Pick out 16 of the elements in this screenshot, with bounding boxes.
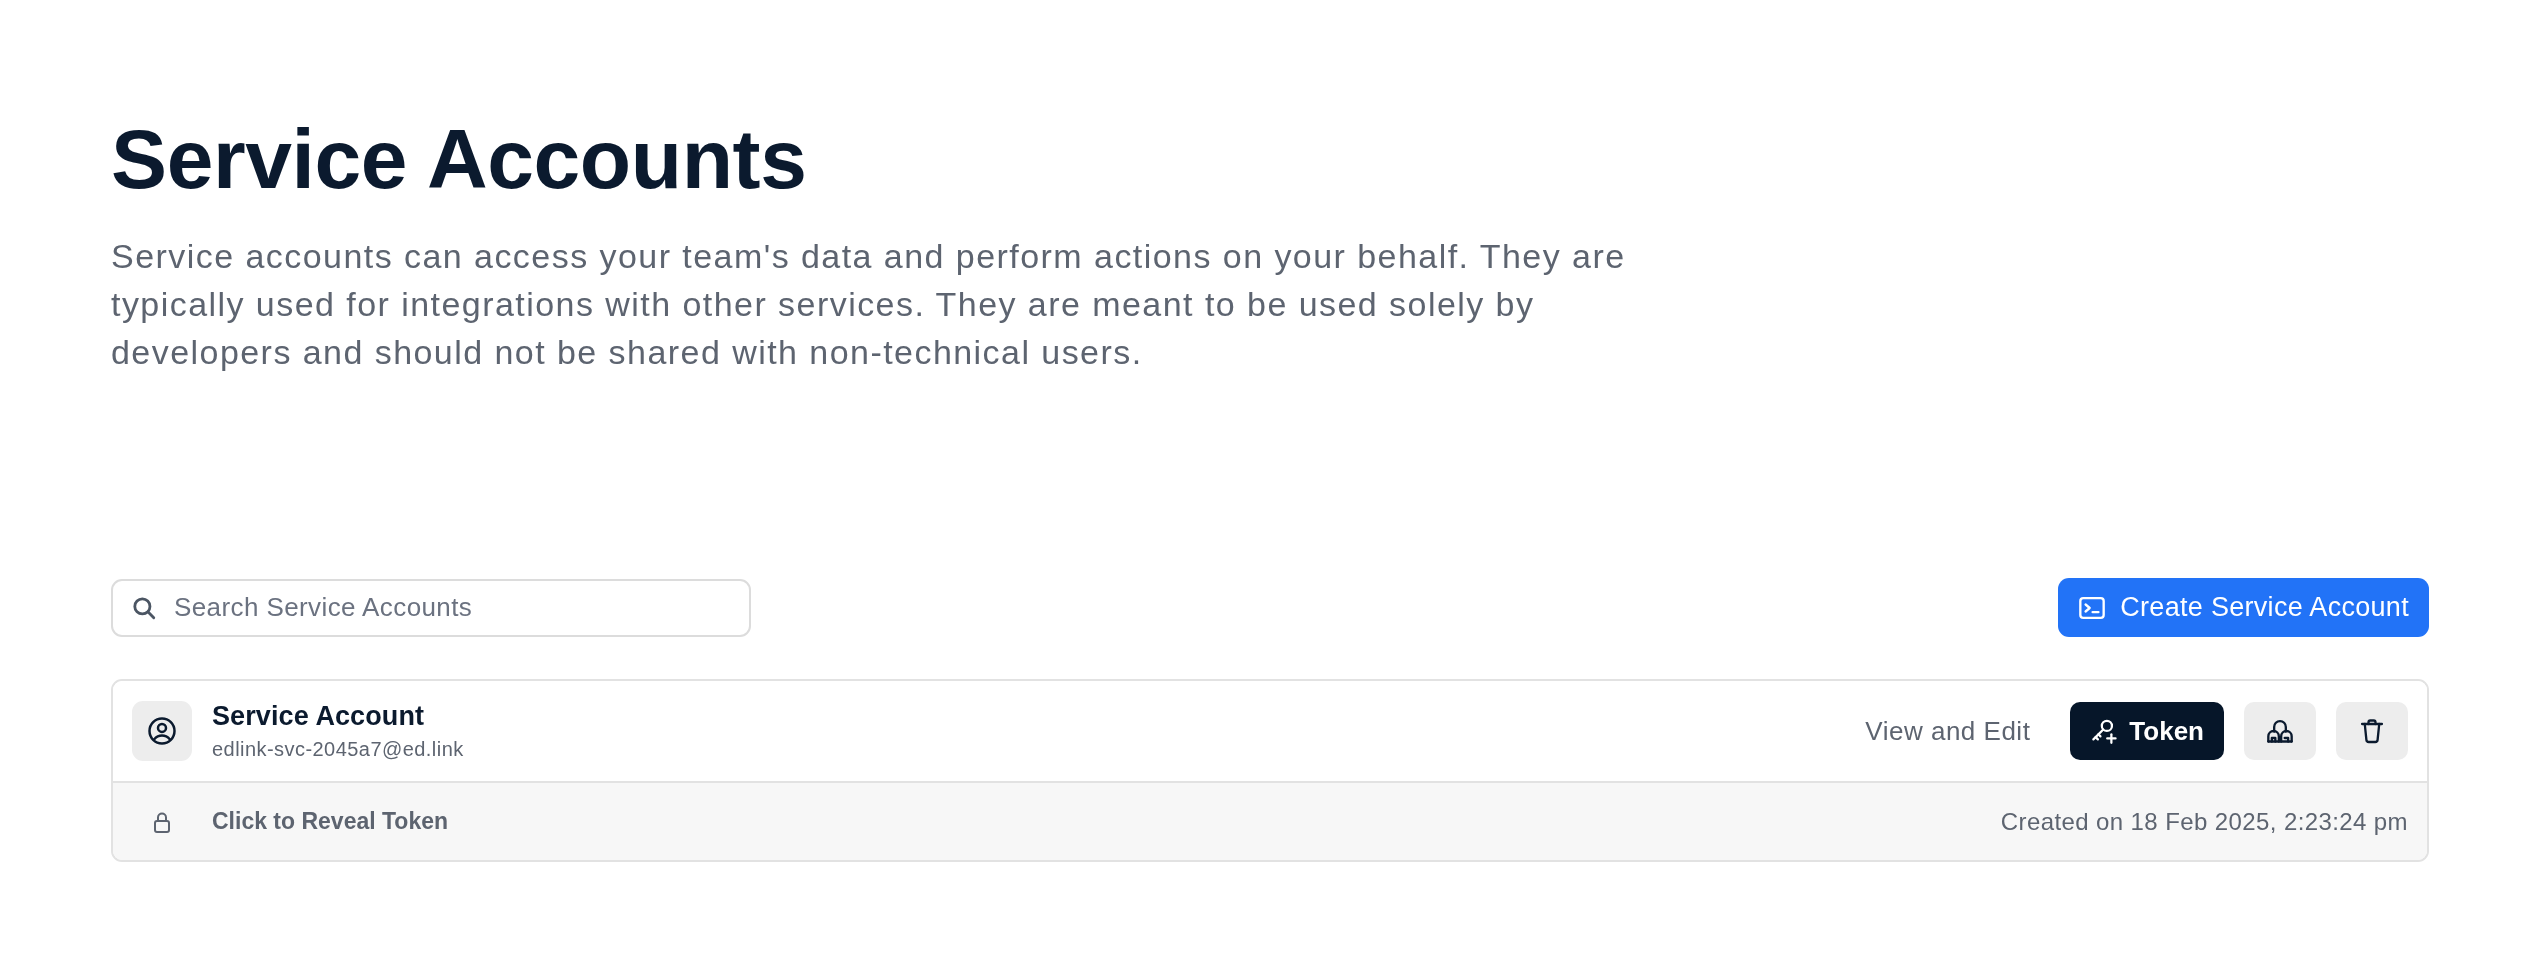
view-and-edit-link[interactable]: View and Edit: [1865, 715, 2031, 747]
account-name: Service Account: [212, 701, 426, 733]
houses-icon: [2266, 717, 2294, 746]
trash-icon: [2358, 717, 2386, 746]
created-date: Created on 18 Feb 2025, 2:23:24 pm: [2000, 807, 2408, 836]
token-button[interactable]: Token: [2070, 702, 2224, 761]
account-email: edlink-svc-2045a7@ed.link: [212, 738, 464, 762]
key-plus-icon: [2090, 717, 2118, 745]
houses-button[interactable]: [2244, 702, 2316, 761]
create-button[interactable]: Create Service Account: [2058, 578, 2429, 638]
page-description: Service accounts can access your team's data and perform actions on your behalf. They are typically used for integrations with other services. They are meant to be used solely by developers and should not be shared with non-technical users.: [111, 236, 1627, 374]
page-title: Service Accounts: [111, 113, 807, 206]
search-icon: [131, 594, 157, 621]
search-field[interactable]: Search Service Accounts: [111, 578, 751, 637]
reveal-token-link[interactable]: Click to Reveal Token: [212, 808, 449, 836]
delete-button[interactable]: [2336, 702, 2408, 761]
